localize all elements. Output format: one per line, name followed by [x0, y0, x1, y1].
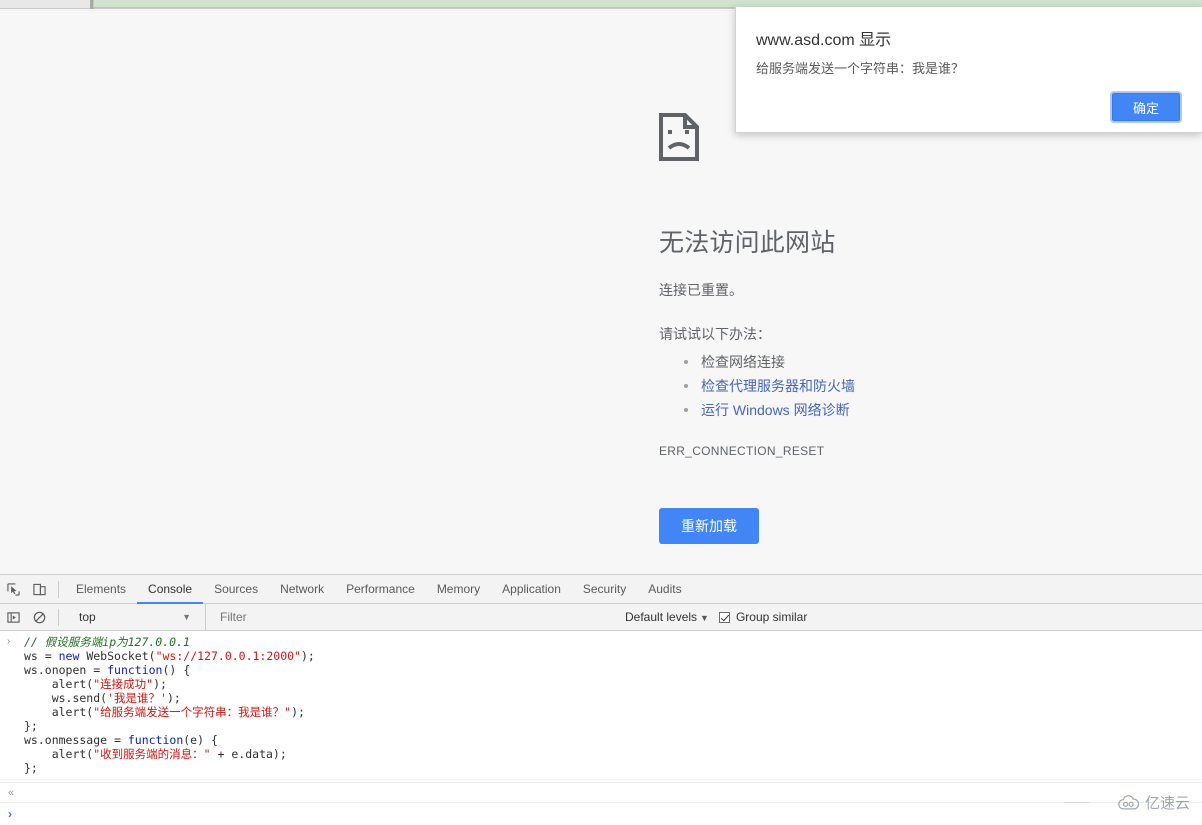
- prompt-caret-icon: ›: [8, 807, 12, 821]
- error-page: 无法访问此网站 连接已重置。 请试试以下办法： 检查网络连接 检查代理服务器和防…: [659, 113, 1139, 544]
- sad-page-icon: [659, 113, 699, 161]
- console-sidebar-icon[interactable]: [0, 604, 26, 630]
- dialog-origin-title: www.asd.com 显示: [756, 32, 892, 49]
- log-levels-label: Default levels: [625, 610, 698, 624]
- clear-console-icon[interactable]: [26, 604, 52, 630]
- execution-context-value: top: [79, 610, 96, 624]
- toolbar-divider: [58, 580, 59, 598]
- console-output[interactable]: › // 假设服务端ip为127.0.0.1 ws = new WebSocke…: [0, 631, 1202, 798]
- tab-network[interactable]: Network: [269, 575, 335, 604]
- group-similar-label: Group similar: [735, 610, 808, 624]
- browser-window: 无法访问此网站 连接已重置。 请试试以下办法： 检查网络连接 检查代理服务器和防…: [0, 0, 1202, 825]
- list-item: 检查网络连接: [659, 350, 1139, 374]
- tab-performance[interactable]: Performance: [335, 575, 426, 604]
- console-filter-bar: top ▼ Default levels▼ Group similar: [0, 603, 1202, 631]
- tab-sources[interactable]: Sources: [203, 575, 269, 604]
- error-title: 无法访问此网站: [659, 229, 836, 257]
- execution-context-select[interactable]: top ▼: [65, 604, 205, 631]
- console-code-block: // 假设服务端ip为127.0.0.1 ws = new WebSocket(…: [24, 635, 315, 775]
- device-toolbar-icon[interactable]: [26, 576, 52, 602]
- error-subtitle: 连接已重置。: [659, 282, 743, 298]
- chevron-down-icon: ▼: [182, 612, 191, 622]
- watermark-divider: [1064, 802, 1090, 803]
- reload-button[interactable]: 重新加载: [659, 508, 759, 544]
- devtools-tabbar: Elements Console Sources Network Perform…: [0, 575, 1202, 604]
- dialog-message: 给服务端发送一个字符串：我是谁？: [756, 61, 965, 76]
- javascript-alert-dialog: www.asd.com 显示 给服务端发送一个字符串：我是谁？ 确定: [735, 7, 1202, 133]
- console-filter-input[interactable]: [205, 603, 625, 631]
- group-similar-checkbox[interactable]: Group similar: [718, 610, 808, 624]
- tab-elements[interactable]: Elements: [65, 575, 137, 604]
- tab-memory[interactable]: Memory: [426, 575, 491, 604]
- expand-arrow-icon[interactable]: ›: [7, 636, 10, 647]
- log-levels-dropdown[interactable]: Default levels ▼: [625, 610, 709, 624]
- tab-security[interactable]: Security: [572, 575, 637, 604]
- checkbox-checked-icon: [718, 611, 730, 623]
- suggestion-text: 检查网络连接: [701, 354, 785, 370]
- filterbar-divider: [58, 608, 59, 626]
- inspect-element-icon[interactable]: [0, 576, 26, 602]
- chevron-down-icon: ▼: [700, 613, 709, 623]
- tab-console[interactable]: Console: [137, 575, 203, 604]
- suggestion-link[interactable]: 运行 Windows 网络诊断: [701, 402, 850, 418]
- collapse-glyph[interactable]: «: [8, 787, 14, 799]
- suggestion-link[interactable]: 检查代理服务器和防火墙: [701, 378, 855, 394]
- watermark-text: 亿速云: [1144, 795, 1190, 812]
- tab-audits[interactable]: Audits: [637, 575, 692, 604]
- console-collapse-row[interactable]: «: [0, 782, 1202, 802]
- devtools-panel: Elements Console Sources Network Perform…: [0, 574, 1202, 825]
- cloud-icon: [1118, 794, 1140, 810]
- list-item[interactable]: 检查代理服务器和防火墙: [659, 374, 1139, 398]
- console-prompt[interactable]: ›: [0, 802, 1202, 825]
- error-suggestion-list: 检查网络连接 检查代理服务器和防火墙 运行 Windows 网络诊断: [659, 350, 1139, 422]
- list-item[interactable]: 运行 Windows 网络诊断: [659, 398, 1139, 422]
- console-log-entry[interactable]: › // 假设服务端ip为127.0.0.1 ws = new WebSocke…: [0, 631, 1202, 780]
- error-try-label: 请试试以下办法：: [659, 326, 771, 342]
- console-prompt-input[interactable]: [20, 807, 1202, 821]
- tab-application[interactable]: Application: [491, 575, 572, 604]
- watermark: 亿速云: [1118, 792, 1190, 813]
- error-code: ERR_CONNECTION_RESET: [659, 444, 825, 458]
- dialog-ok-button[interactable]: 确定: [1110, 91, 1182, 123]
